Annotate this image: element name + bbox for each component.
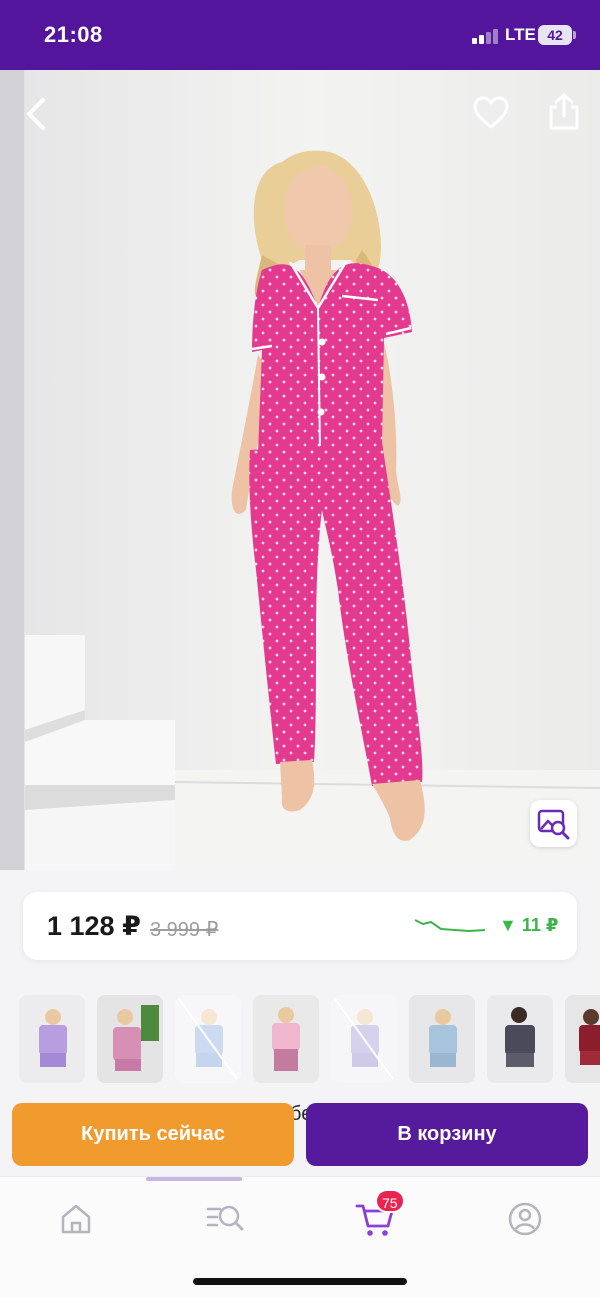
- image-search-icon: [537, 809, 570, 840]
- catalog-search-icon[interactable]: [203, 1197, 247, 1241]
- sold-out-slash-icon: [178, 998, 238, 1080]
- old-price: 3 999 ₽: [150, 919, 219, 941]
- image-search-button[interactable]: [530, 800, 577, 847]
- add-to-cart-button[interactable]: В корзину: [306, 1103, 588, 1166]
- network-type: LTE: [505, 25, 536, 44]
- chevron-left-icon[interactable]: [22, 94, 52, 134]
- variant-thumbnail[interactable]: [253, 995, 319, 1083]
- price-card[interactable]: 1 128 ₽ 3 999 ₽ ▼ 11 ₽: [23, 892, 577, 960]
- product-photo-gallery[interactable]: [0, 70, 600, 870]
- cart-count-badge: 75: [375, 1189, 405, 1213]
- product-photo: [0, 70, 600, 870]
- home-indicator: [193, 1278, 407, 1285]
- share-icon[interactable]: [545, 92, 583, 132]
- color-variant-list: [19, 995, 600, 1083]
- status-time: 21:08: [44, 22, 103, 47]
- profile-icon[interactable]: [503, 1197, 547, 1241]
- current-price: 1 128 ₽: [47, 911, 141, 941]
- variant-thumbnail[interactable]: [487, 995, 553, 1083]
- variant-thumbnail-sold-out[interactable]: [175, 995, 241, 1083]
- signal-strength-icon: [472, 28, 500, 44]
- variant-thumbnail[interactable]: [565, 995, 600, 1083]
- tab-bar-highlight: [146, 1177, 242, 1181]
- variant-thumbnail-sold-out[interactable]: [331, 995, 397, 1083]
- heart-outline-icon[interactable]: [472, 94, 510, 132]
- battery-level: 42: [538, 25, 572, 45]
- product-screen: 21:08 LTE 42 1 128 ₽ 3 999 ₽ ▼ 11 ₽ бе К…: [0, 0, 600, 1297]
- buy-now-button[interactable]: Купить сейчас: [12, 1103, 294, 1166]
- variant-thumbnail[interactable]: [97, 995, 163, 1083]
- price-trend-sparkline: [414, 919, 486, 932]
- battery-icon: [573, 31, 576, 39]
- sold-out-slash-icon: [334, 998, 394, 1080]
- variant-thumbnail[interactable]: [19, 995, 85, 1083]
- price-change: ▼ 11 ₽: [499, 915, 559, 935]
- home-icon[interactable]: [54, 1197, 98, 1241]
- status-bar: 21:08 LTE 42: [0, 0, 600, 70]
- variant-thumbnail[interactable]: [409, 995, 475, 1083]
